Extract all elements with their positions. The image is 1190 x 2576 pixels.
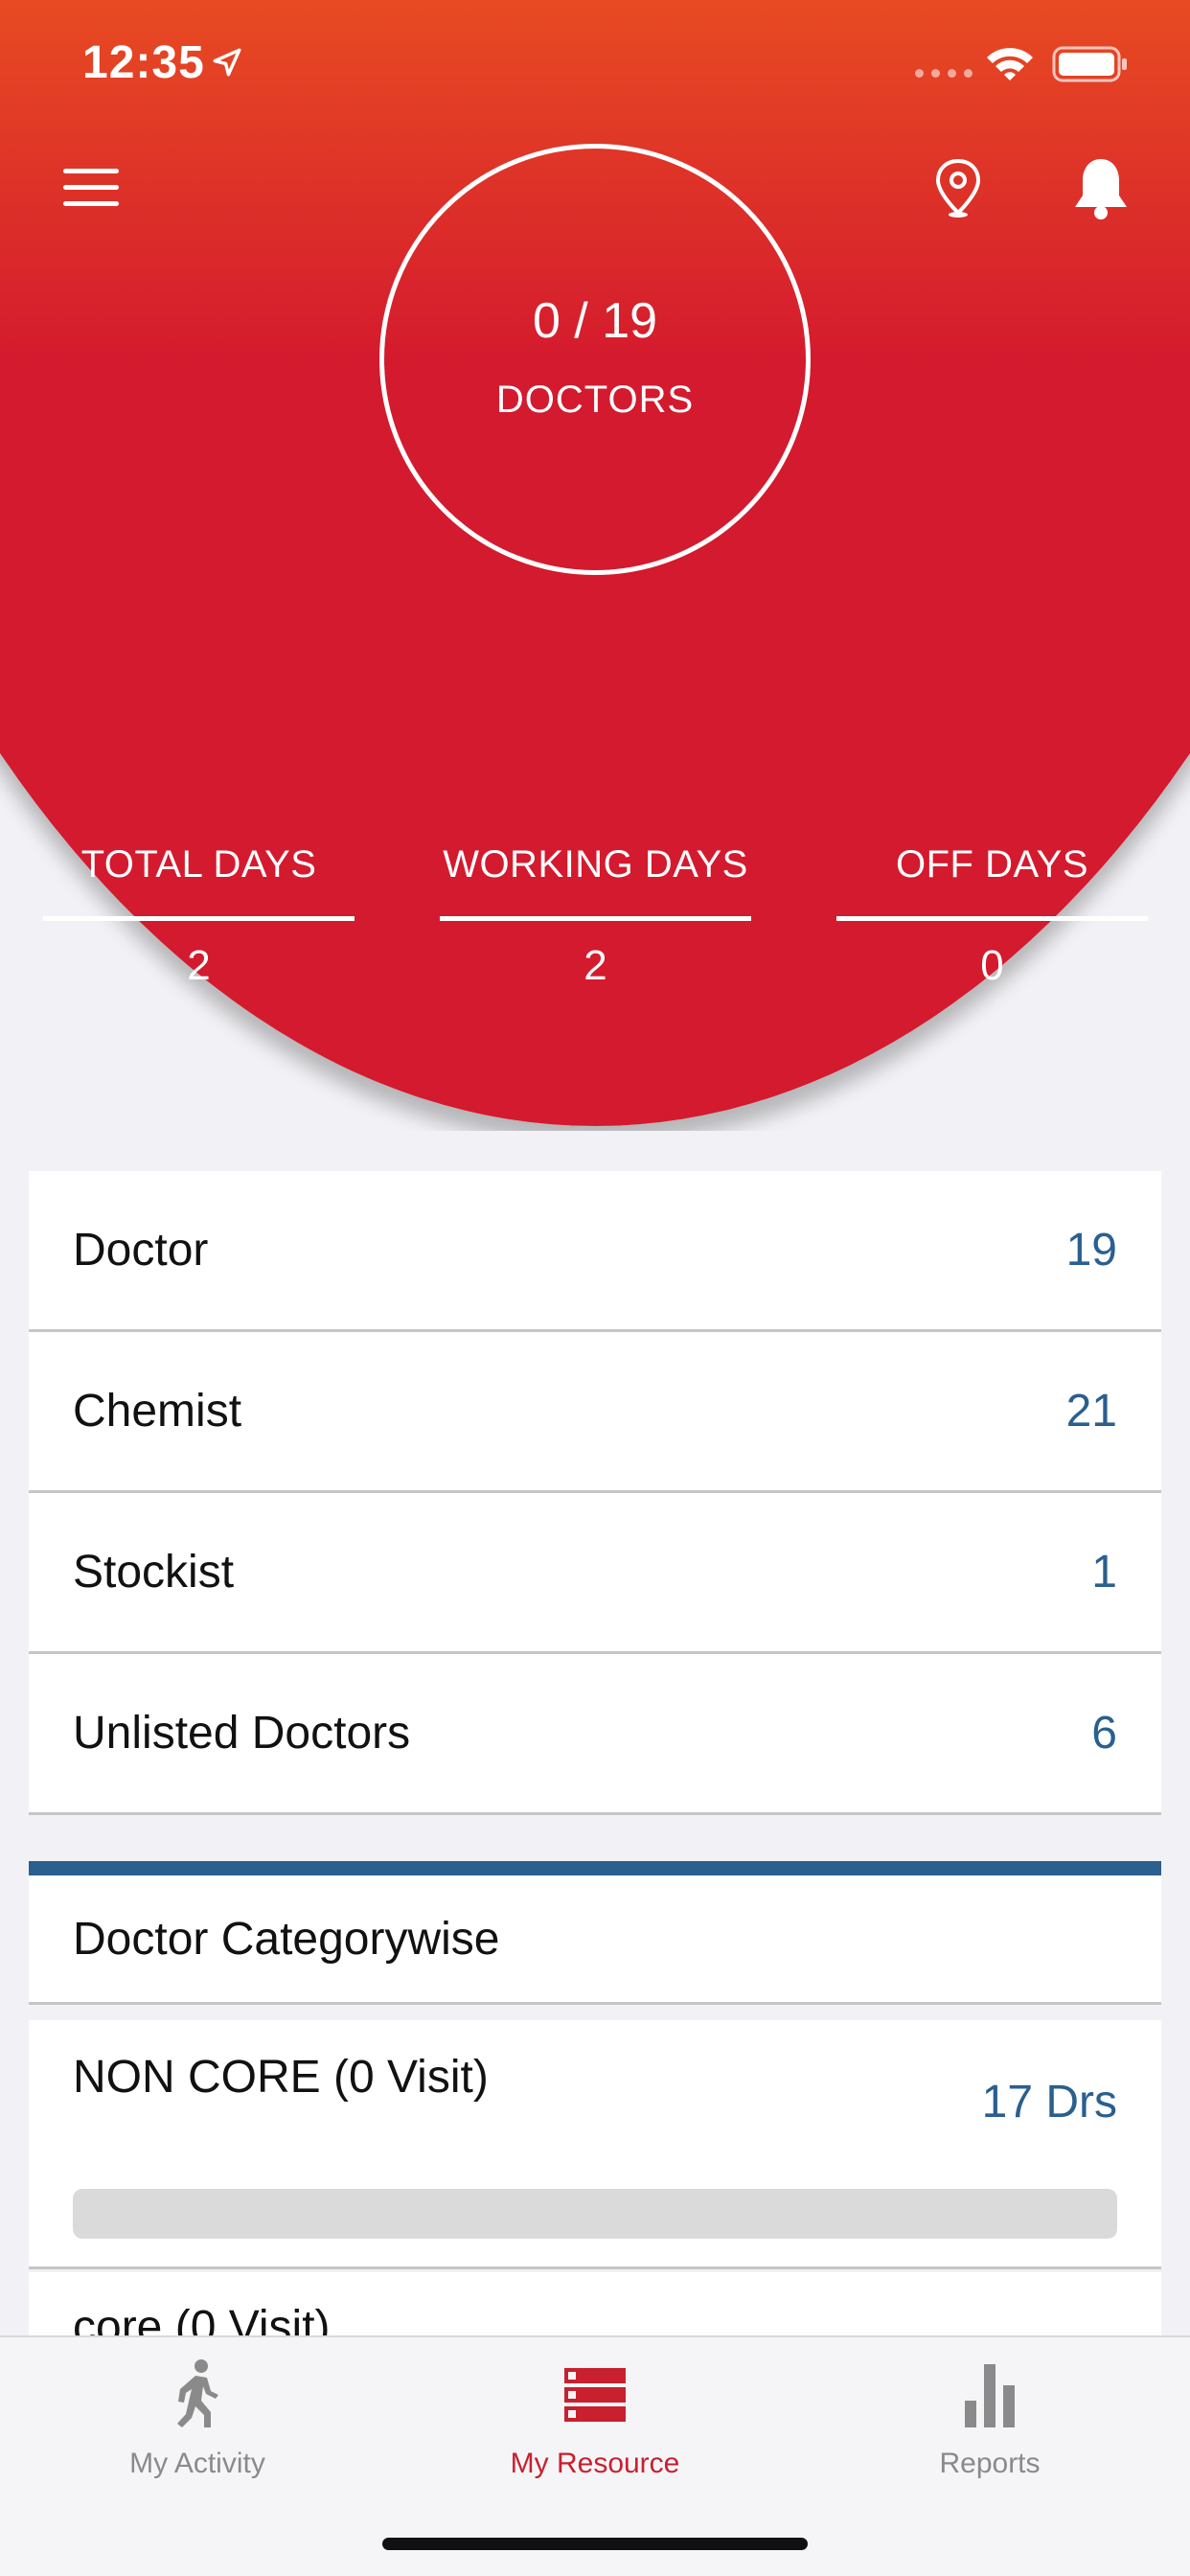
doctors-label: DOCTORS bbox=[495, 379, 695, 421]
resource-count: 1 bbox=[1091, 1547, 1117, 1598]
resource-count: 6 bbox=[1091, 1708, 1117, 1759]
stat-label: OFF DAYS bbox=[895, 843, 1089, 886]
stat-value: 2 bbox=[584, 942, 607, 989]
resource-row-chemist[interactable]: Chemist 21 bbox=[29, 1332, 1161, 1493]
tab-my-activity[interactable]: My Activity bbox=[54, 2347, 341, 2480]
stat-total-days: TOTAL DAYS 2 bbox=[43, 843, 355, 990]
resource-row-doctor[interactable]: Doctor 19 bbox=[29, 1171, 1161, 1332]
resource-name: Unlisted Doctors bbox=[73, 1708, 411, 1759]
doctors-visited-count: 0 / 19 bbox=[532, 293, 658, 349]
resource-row-stockist[interactable]: Stockist 1 bbox=[29, 1493, 1161, 1654]
cellular-signal-icon bbox=[915, 69, 973, 78]
category-progress-bar bbox=[73, 2189, 1117, 2239]
stat-value: 2 bbox=[187, 942, 211, 989]
tab-my-resource[interactable]: My Resource bbox=[451, 2347, 739, 2480]
resource-list: Doctor 19 Chemist 21 Stockist 1 Unlisted… bbox=[29, 1171, 1161, 1815]
stat-off-days: OFF DAYS 0 bbox=[836, 843, 1148, 990]
notification-bell-icon[interactable] bbox=[1071, 155, 1131, 220]
resource-row-unlisted-doctors[interactable]: Unlisted Doctors 6 bbox=[29, 1654, 1161, 1815]
tab-label: Reports bbox=[939, 2448, 1041, 2479]
tab-label: My Resource bbox=[510, 2448, 680, 2479]
wifi-icon bbox=[987, 48, 1033, 80]
status-bar: 12:35 bbox=[0, 0, 1190, 134]
stat-divider bbox=[440, 916, 751, 921]
status-time: 12:35 bbox=[82, 37, 205, 88]
resource-name: Chemist bbox=[73, 1386, 242, 1437]
category-count: 17 Drs bbox=[981, 2077, 1117, 2128]
walking-person-icon bbox=[177, 2359, 218, 2427]
location-pin-icon[interactable] bbox=[934, 159, 982, 218]
stat-divider bbox=[836, 916, 1148, 921]
category-row-non-core[interactable]: NON CORE (0 Visit) 17 Drs bbox=[29, 2020, 1161, 2269]
doctors-progress-circle: 0 / 19 DOCTORS bbox=[379, 144, 811, 575]
category-name: NON CORE (0 Visit) bbox=[73, 2052, 489, 2103]
section-title: Doctor Categorywise bbox=[73, 1913, 500, 1965]
location-arrow-icon bbox=[213, 48, 241, 77]
bar-chart-icon bbox=[965, 2364, 1015, 2427]
tab-reports[interactable]: Reports bbox=[846, 2347, 1133, 2480]
resource-list-icon bbox=[564, 2368, 626, 2422]
doctor-categorywise-header: Doctor Categorywise bbox=[29, 1861, 1161, 2005]
stat-divider bbox=[43, 916, 355, 921]
hamburger-menu-icon[interactable] bbox=[63, 169, 119, 211]
resource-name: Stockist bbox=[73, 1547, 235, 1598]
resource-count: 19 bbox=[1065, 1225, 1117, 1276]
resource-count: 21 bbox=[1065, 1386, 1117, 1437]
stat-working-days: WORKING DAYS 2 bbox=[440, 843, 751, 990]
home-indicator bbox=[382, 2538, 808, 2550]
stat-label: TOTAL DAYS bbox=[80, 843, 317, 886]
battery-icon bbox=[1052, 46, 1127, 82]
stat-value: 0 bbox=[980, 942, 1004, 989]
tab-label: My Activity bbox=[129, 2448, 265, 2479]
resource-name: Doctor bbox=[73, 1225, 209, 1276]
stat-label: WORKING DAYS bbox=[443, 843, 748, 886]
